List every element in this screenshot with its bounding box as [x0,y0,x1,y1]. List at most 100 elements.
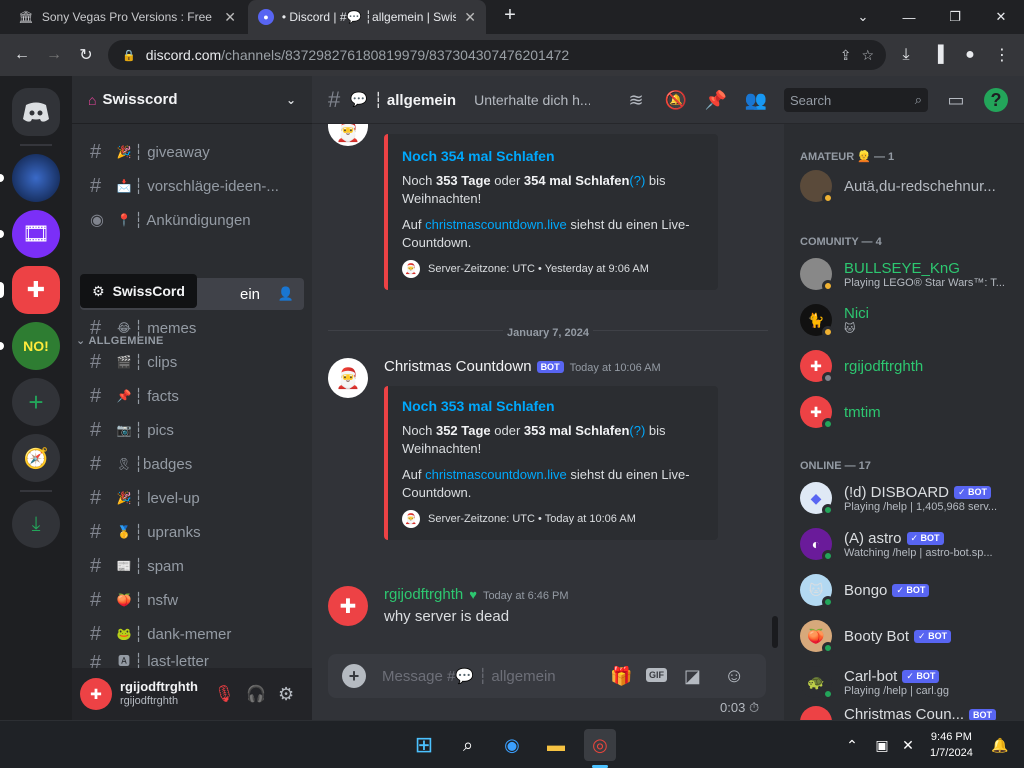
side-panel-icon[interactable]: ▐ [924,41,952,69]
link-christmascountdown[interactable]: christmascountdown.live [425,217,567,232]
embed-title[interactable]: Noch 354 mal Schlafen [402,148,704,164]
headphones-icon[interactable]: 🎧 [246,684,266,704]
help-icon[interactable]: ? [984,88,1008,112]
download-icon[interactable]: ⤓ [892,41,920,69]
pin-icon[interactable]: 📌 [704,88,728,112]
minimize-icon[interactable]: — [886,0,932,34]
channel-giveaway[interactable]: # 🎉 ┆ giveaway [80,136,304,168]
channel-label: ┆ dank-memer [134,626,232,643]
channel-dank-memer[interactable]: # 🐸 ┆ dank-memer [80,618,304,650]
channel-last-letter[interactable]: # 🅰 ┆ last-letter [80,652,304,668]
add-server-icon[interactable]: + [12,378,60,426]
embed-title[interactable]: Noch 353 mal Schlafen [402,398,704,414]
server-header[interactable]: ⌂ Swisscord ⌄ [72,76,312,124]
system-clock[interactable]: 9:46 PM 1/7/2024 [930,729,973,761]
new-tab-button[interactable]: + [498,4,522,30]
channel-memes[interactable]: # 😂 ┆ memes [80,312,304,344]
download-apps-icon[interactable]: ⤓ [12,500,60,548]
message-author[interactable]: rgijodftrghth [384,586,463,603]
search-input[interactable]: Search ⌕ [784,88,928,112]
server-swisscord-icon[interactable]: ✚ [12,266,60,314]
member-status: 🐱 [844,323,856,335]
gift-icon[interactable]: 🎁 [610,666,632,687]
member-item[interactable]: 🐱 Bongo ✓ BOT [800,568,1016,612]
channel-spam[interactable]: # 📰 ┆ spam [80,550,304,582]
volume-muted-icon[interactable]: ✕ [892,729,924,761]
threads-icon[interactable]: ≋ [624,88,648,112]
browser-tab-strip: 🏛 Sony Vegas Pro Versions : Free D ✕ ● •… [0,0,1024,34]
share-icon[interactable]: ⇪ [840,47,852,64]
notification-bell-muted-icon[interactable]: 🔕 [664,88,688,112]
chevron-up-icon[interactable]: ⌃ [836,729,868,761]
window-close-icon[interactable]: ✕ [978,0,1024,34]
edge-beta-icon[interactable]: ◉ [496,729,528,761]
channel-topic[interactable]: Unterhalte dich h... [474,92,590,108]
add-attachment-icon[interactable]: + [342,664,366,688]
server-film-icon[interactable]: 🎞 [12,210,60,258]
channel-upranks[interactable]: # 🥇 ┆ upranks [80,516,304,548]
close-icon[interactable]: ✕ [464,9,476,26]
discord-home-icon[interactable] [12,88,60,136]
embed-description: Noch 353 Tage oder 354 mal Schlafen(?) b… [402,173,666,206]
member-item[interactable]: Christmas Coun... BOT [800,706,1016,720]
emoji-icon[interactable]: ☺ [724,665,744,688]
sticker-icon[interactable]: ◪ [684,666,701,687]
member-item[interactable]: 🍑 Booty Bot ✓ BOT [800,614,1016,658]
bot-avatar[interactable]: 🎅 [328,358,368,398]
chrome-icon[interactable]: ◎ [584,729,616,761]
invite-icon[interactable]: 👤 [278,286,294,302]
message-input[interactable]: Message #💬 ┆ allgemein [382,667,556,685]
star-icon[interactable]: ☆ [861,47,874,64]
embed-1: Noch 354 mal Schlafen Noch 353 Tage oder… [384,134,718,290]
restore-icon[interactable]: ❐ [932,0,978,34]
channel-clips[interactable]: # 🎬 ┆ clips [80,346,304,378]
avatar[interactable]: ✚ [80,678,112,710]
address-bar[interactable]: 🔒 discord.com/channels/83729827618081997… [108,40,886,70]
message-composer[interactable]: + Message #💬 ┆ allgemein 🎁 GIF ◪ ☺ [328,654,766,698]
settings-gear-icon[interactable]: ⚙ [278,684,294,705]
channel-badges[interactable]: # 🎗 ┆badges [80,448,304,480]
channel-label: ┆ Ankündigungen [134,212,251,229]
chevron-down-icon[interactable]: ⌄ [840,0,886,34]
channel-vorschlaege[interactable]: # 📩 ┆ vorschläge-ideen-... [80,170,304,202]
member-status: Playing LEGO® Star Wars™: T... [844,276,1005,289]
chevron-down-icon: ⌄ [285,92,296,107]
member-item[interactable]: 🐈 Nici 🐱 [800,298,1016,342]
member-item[interactable]: 🐢 Carl-bot ✓ BOT Playing /help | carl.gg [800,660,1016,704]
member-item[interactable]: ✚ tmtim [800,390,1016,434]
notification-bell-icon[interactable]: 🔔 [984,729,1016,761]
member-item[interactable]: ◐ (A) astro ✓ BOT Watching /help | astro-b… [800,522,1016,566]
member-item[interactable]: BULLSEYE_KnG Playing LEGO® Star Wars™: T.… [800,252,1016,296]
explore-compass-icon[interactable]: 🧭 [12,434,60,482]
channel-pics[interactable]: # 📷 ┆ pics [80,414,304,446]
channel-facts[interactable]: # 📌 ┆ facts [80,380,304,412]
user-avatar[interactable]: ✚ [328,586,368,626]
profile-icon[interactable]: ● [956,41,984,69]
member-item[interactable]: ◆ (!d) DISBOARD ✓ BOT Playing /help | 1,40… [800,476,1016,520]
member-list-icon[interactable]: 👥 [744,88,768,112]
reload-icon[interactable]: ↻ [72,41,100,69]
bot-badge: BOT [536,360,564,373]
message-author[interactable]: Christmas Countdown [384,358,532,375]
tab-sony-vegas[interactable]: 🏛 Sony Vegas Pro Versions : Free D ✕ [8,0,246,34]
server-no-icon[interactable]: NO! [12,322,60,370]
link-christmascountdown[interactable]: christmascountdown.live [425,467,567,482]
forward-icon[interactable]: → [40,41,68,69]
channel-level-up[interactable]: # 🎉 ┆ level-up [80,482,304,514]
channel-nsfw[interactable]: # 🍑 ┆ nsfw [80,584,304,616]
windows-start-icon[interactable]: ⊞ [408,729,440,761]
channel-ankuendigungen[interactable]: ◉ 📍 ┆ Ankündigungen [80,204,304,236]
file-explorer-icon[interactable]: ▬ [540,729,572,761]
tab-discord[interactable]: ● • Discord | #💬 ┆allgemein | Swis ✕ [248,0,486,34]
gif-icon[interactable]: GIF [646,668,667,682]
inbox-icon[interactable]: ▭ [944,88,968,112]
back-icon[interactable]: ← [8,41,36,69]
server-galaxy-icon[interactable] [12,154,60,202]
member-item[interactable]: Autä,du-redschehnur... [800,164,1016,208]
mic-muted-icon[interactable]: 🎙 [214,684,234,704]
close-icon[interactable]: ✕ [224,9,236,26]
menu-icon[interactable]: ⋮ [988,41,1016,69]
chat-scrollbar[interactable] [772,616,778,648]
search-icon[interactable]: ⌕ [452,729,484,761]
member-item[interactable]: ✚ rgijodftrghth [800,344,1016,388]
